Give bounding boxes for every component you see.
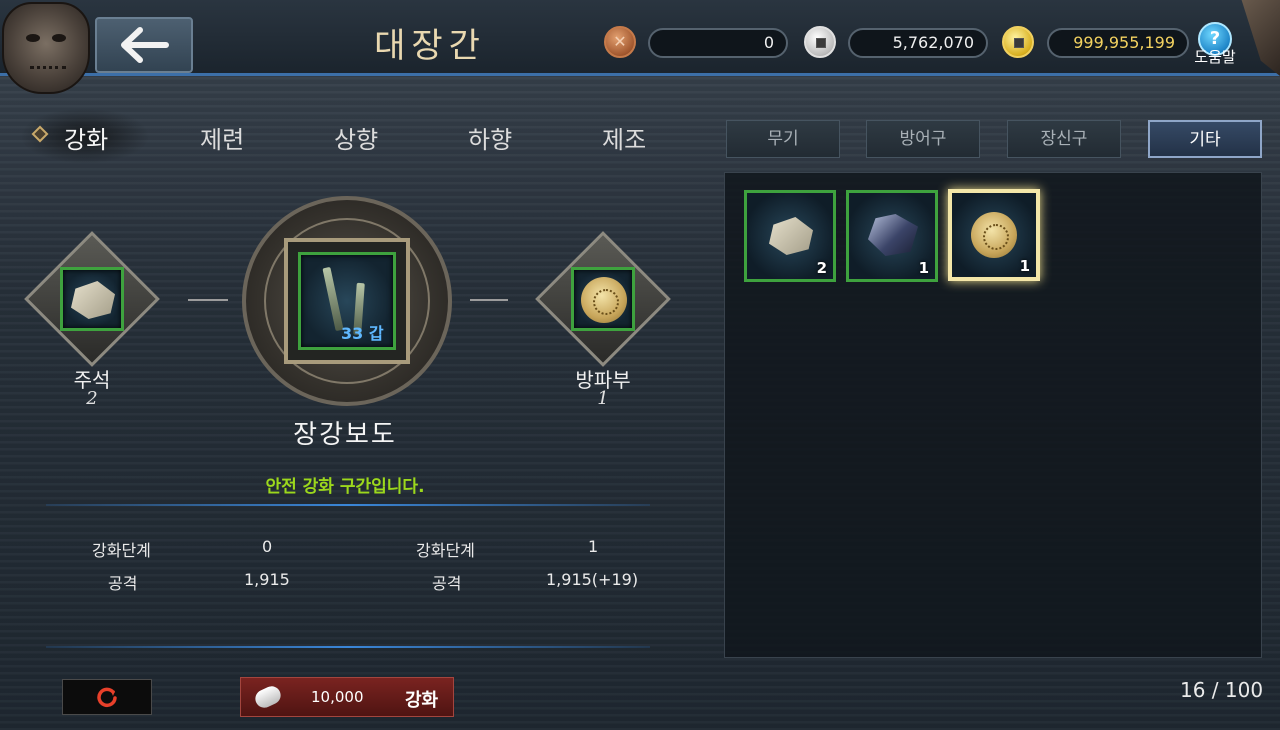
tab-refine[interactable]: 제련: [200, 120, 244, 155]
stone-icon: [769, 217, 813, 255]
inventory-slot-1-count: 2: [816, 259, 827, 277]
top-bar: 대장간 ✕ 0 5,762,070 999,955,199 ? 도움말: [0, 0, 1280, 94]
safe-enhance-message: 안전 강화 구간입니다.: [265, 477, 425, 497]
tab-downgrade[interactable]: 하향: [468, 120, 512, 155]
tab-craft[interactable]: 제조: [602, 120, 646, 155]
material-left-slot[interactable]: [60, 267, 124, 331]
inventory-slot-1[interactable]: 2: [744, 190, 836, 282]
next-stage-value: 1: [588, 537, 599, 556]
reset-button[interactable]: [62, 679, 152, 715]
inventory-slot-3-count: 1: [1019, 257, 1030, 275]
stats-divider-top: [46, 504, 650, 506]
enhance-cost: 10,000: [311, 688, 364, 706]
silver-ingot-icon: [252, 683, 284, 711]
charm-icon: [971, 212, 1017, 258]
refresh-icon: [97, 687, 117, 708]
material-left-count: 2: [86, 388, 98, 409]
category-weapon[interactable]: 무기: [726, 120, 840, 158]
stats-divider-bottom: [46, 646, 650, 648]
category-armor[interactable]: 방어구: [866, 120, 980, 158]
copper-amount: 0: [648, 28, 788, 58]
arrow-left-icon: [121, 27, 169, 63]
silver-amount: 5,762,070: [848, 28, 988, 58]
category-etc[interactable]: 기타: [1148, 120, 1262, 158]
enhance-button[interactable]: 10,000 강화: [240, 677, 454, 717]
current-attack-value: 1,915: [244, 570, 290, 589]
enhance-button-label: 강화: [405, 690, 439, 711]
back-button[interactable]: [95, 17, 193, 73]
silver-coin-icon: [804, 26, 836, 58]
gold-amount: 999,955,199: [1047, 28, 1189, 58]
current-stage-value: 0: [262, 537, 273, 556]
inventory-slot-2-count: 1: [918, 259, 929, 277]
stone-icon: [71, 281, 115, 319]
next-attack-label: 공격: [432, 574, 462, 593]
gold-coin-icon: [1002, 26, 1034, 58]
material-right-count: 1: [597, 388, 609, 409]
tab-upgrade[interactable]: 상향: [334, 120, 378, 155]
connector-line-right: [470, 299, 508, 301]
copper-coin-icon: ✕: [604, 26, 636, 58]
category-accessory[interactable]: 장신구: [1007, 120, 1121, 158]
demon-mask-ornament: [2, 2, 90, 94]
target-item-name: 장강보도: [293, 420, 397, 450]
current-stage-label: 강화단계: [92, 541, 151, 560]
target-item-level: 33 갑: [341, 324, 384, 343]
tab-enhance[interactable]: 강화: [64, 120, 108, 155]
connector-line-left: [188, 299, 228, 301]
next-attack-value: 1,915(+19): [546, 570, 639, 589]
current-attack-label: 공격: [108, 574, 138, 593]
charm-icon: [581, 277, 627, 323]
inventory-slot-2[interactable]: 1: [846, 190, 938, 282]
inventory-slot-3[interactable]: 1: [948, 189, 1040, 281]
next-stage-label: 강화단계: [416, 541, 475, 560]
inventory-capacity: 16 / 100: [1180, 678, 1264, 702]
ore-icon: [868, 214, 918, 256]
help-label[interactable]: 도움말: [1190, 46, 1240, 67]
page-title: 대장간: [374, 26, 486, 66]
material-right-slot[interactable]: [571, 267, 635, 331]
